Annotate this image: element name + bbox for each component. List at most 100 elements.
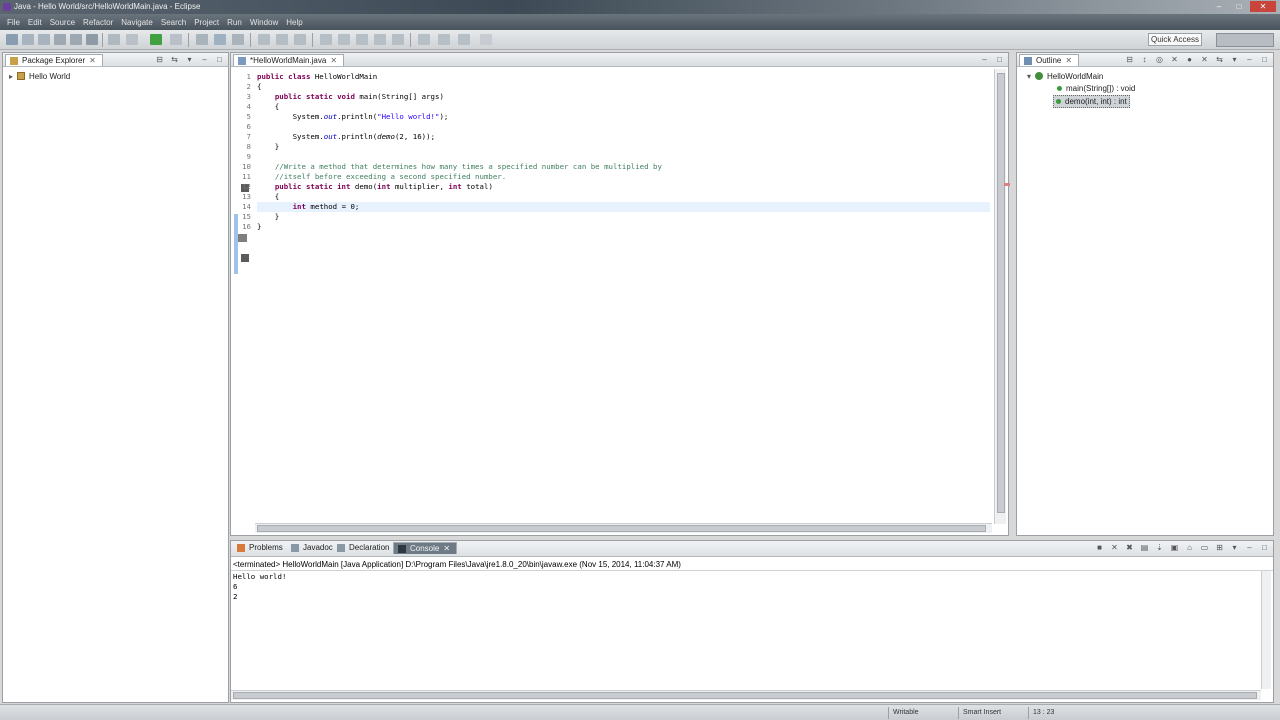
minimize-view-icon[interactable]: – xyxy=(1245,543,1254,552)
link-with-editor-icon[interactable]: ⇆ xyxy=(170,55,179,64)
view-menu-icon[interactable]: ▾ xyxy=(1230,543,1239,552)
search-icon[interactable] xyxy=(86,34,98,45)
show-on-output-icon[interactable]: ▣ xyxy=(1170,543,1179,552)
status-insert-mode[interactable]: Smart Insert xyxy=(958,707,1028,719)
menu-search[interactable]: Search xyxy=(157,18,190,27)
menu-window[interactable]: Window xyxy=(246,18,282,27)
maximize-view-icon[interactable]: □ xyxy=(1260,55,1269,64)
open-console-icon[interactable]: ⊞ xyxy=(1215,543,1224,552)
close-tab-icon[interactable]: ✕ xyxy=(330,56,337,65)
collapse-arrow-icon[interactable]: ▾ xyxy=(1027,71,1035,82)
minimize-button[interactable]: – xyxy=(1210,1,1228,12)
error-marker-icon[interactable] xyxy=(241,254,249,262)
outline-method-main[interactable]: main(String[]) : void xyxy=(1057,83,1135,94)
pin-editor-icon[interactable] xyxy=(480,34,492,45)
save-all-icon[interactable] xyxy=(38,34,50,45)
menu-edit[interactable]: Edit xyxy=(24,18,46,27)
maximize-editor-icon[interactable]: □ xyxy=(995,55,1004,64)
project-name: Hello World xyxy=(29,72,71,81)
sort-icon[interactable]: ↕ xyxy=(1140,55,1149,64)
tab-hello-world-main-java[interactable]: *HelloWorldMain.java ✕ xyxy=(233,54,345,66)
scroll-thumb[interactable] xyxy=(257,525,986,532)
hide-local-types-icon[interactable]: ✕ xyxy=(1200,55,1209,64)
maximize-view-icon[interactable]: □ xyxy=(1260,543,1269,552)
tab-declaration[interactable]: Declaration xyxy=(333,542,395,554)
terminate-icon[interactable]: ■ xyxy=(1095,543,1104,552)
clear-console-icon[interactable]: ▤ xyxy=(1140,543,1149,552)
outline-class-row[interactable]: ▾ HelloWorldMain xyxy=(1027,71,1103,82)
show-whitespace-icon[interactable] xyxy=(356,34,368,45)
code-text-area[interactable]: public class HelloWorldMain { public sta… xyxy=(257,72,990,232)
new-java-project-icon[interactable] xyxy=(196,34,208,45)
close-tab-icon[interactable]: ✕ xyxy=(443,544,450,553)
search-toolbar-icon[interactable] xyxy=(294,34,306,45)
remove-launch-icon[interactable]: ✕ xyxy=(1110,543,1119,552)
minimize-editor-icon[interactable]: – xyxy=(980,55,989,64)
next-annotation-icon[interactable] xyxy=(374,34,386,45)
menu-source[interactable]: Source xyxy=(46,18,79,27)
forward-icon[interactable] xyxy=(458,34,470,45)
console-vertical-scrollbar[interactable] xyxy=(1261,571,1271,689)
display-console-icon[interactable]: ▭ xyxy=(1200,543,1209,552)
save-icon[interactable] xyxy=(22,34,34,45)
toggle-block-selection-icon[interactable] xyxy=(338,34,350,45)
maximize-button[interactable]: □ xyxy=(1230,1,1248,12)
menu-run[interactable]: Run xyxy=(223,18,246,27)
console-output-area[interactable]: Hello world! 6 2 xyxy=(233,572,286,602)
tab-console[interactable]: Console ✕ xyxy=(393,542,458,554)
view-menu-icon[interactable]: ▾ xyxy=(1230,55,1239,64)
console-horizontal-scrollbar[interactable] xyxy=(231,690,1261,700)
terminate-icon[interactable] xyxy=(108,34,120,45)
back-icon[interactable] xyxy=(438,34,450,45)
minimize-view-icon[interactable]: – xyxy=(200,55,209,64)
link-with-editor-icon[interactable]: ⇆ xyxy=(1215,55,1224,64)
close-tab-icon[interactable]: ✕ xyxy=(1065,56,1072,65)
collapse-all-icon[interactable]: ⊟ xyxy=(1125,55,1134,64)
menu-file[interactable]: File xyxy=(3,18,24,27)
remove-all-terminated-icon[interactable]: ✖ xyxy=(1125,543,1134,552)
pin-console-icon[interactable]: ⌂ xyxy=(1185,543,1194,552)
hide-fields-icon[interactable]: ◎ xyxy=(1155,55,1164,64)
toggle-mark-occurrences-icon[interactable] xyxy=(320,34,332,45)
minimize-view-icon[interactable]: – xyxy=(1245,55,1254,64)
scroll-thumb[interactable] xyxy=(997,73,1005,513)
external-tools-icon[interactable] xyxy=(170,34,182,45)
java-perspective-button[interactable] xyxy=(1216,33,1274,47)
menu-help[interactable]: Help xyxy=(282,18,306,27)
menu-project[interactable]: Project xyxy=(190,18,223,27)
expand-arrow-icon[interactable]: ▸ xyxy=(9,71,17,82)
run-icon[interactable] xyxy=(150,34,162,45)
new-icon[interactable] xyxy=(6,34,18,45)
hide-static-icon[interactable]: ✕ xyxy=(1170,55,1179,64)
overview-ruler-error-mark[interactable] xyxy=(1004,183,1010,186)
maximize-view-icon[interactable]: □ xyxy=(215,55,224,64)
editor-vertical-scrollbar[interactable] xyxy=(994,69,1006,524)
tab-outline[interactable]: Outline ✕ xyxy=(1019,54,1080,66)
editor-horizontal-scrollbar[interactable] xyxy=(255,523,992,533)
scroll-lock-icon[interactable]: ⇣ xyxy=(1155,543,1164,552)
menu-navigate[interactable]: Navigate xyxy=(117,18,157,27)
menu-refactor[interactable]: Refactor xyxy=(79,18,117,27)
view-menu-icon[interactable]: ▾ xyxy=(185,55,194,64)
debug-icon[interactable] xyxy=(126,34,138,45)
tab-package-explorer[interactable]: Package Explorer ✕ xyxy=(5,54,103,66)
new-class-icon[interactable] xyxy=(232,34,244,45)
tree-item-hello-world[interactable]: ▸ Hello World xyxy=(9,71,70,82)
open-type-icon[interactable] xyxy=(258,34,270,45)
print-icon[interactable] xyxy=(54,34,66,45)
last-edit-location-icon[interactable] xyxy=(418,34,430,45)
outline-method-demo[interactable]: demo(int, int) : int xyxy=(1053,95,1130,108)
tab-javadoc[interactable]: Javadoc xyxy=(287,542,339,554)
new-package-icon[interactable] xyxy=(214,34,226,45)
code-line-11: //itself before exceeding a second speci… xyxy=(274,172,507,181)
quick-access-field[interactable]: Quick Access xyxy=(1148,33,1202,46)
collapse-all-icon[interactable]: ⊟ xyxy=(155,55,164,64)
hide-non-public-icon[interactable]: ● xyxy=(1185,55,1194,64)
open-task-icon[interactable] xyxy=(276,34,288,45)
close-window-button[interactable]: ✕ xyxy=(1250,1,1276,12)
scroll-thumb[interactable] xyxy=(233,692,1257,699)
previous-annotation-icon[interactable] xyxy=(392,34,404,45)
debug-skip-icon[interactable] xyxy=(70,34,82,45)
close-tab-icon[interactable]: ✕ xyxy=(89,56,96,65)
tab-problems[interactable]: Problems xyxy=(233,542,289,554)
